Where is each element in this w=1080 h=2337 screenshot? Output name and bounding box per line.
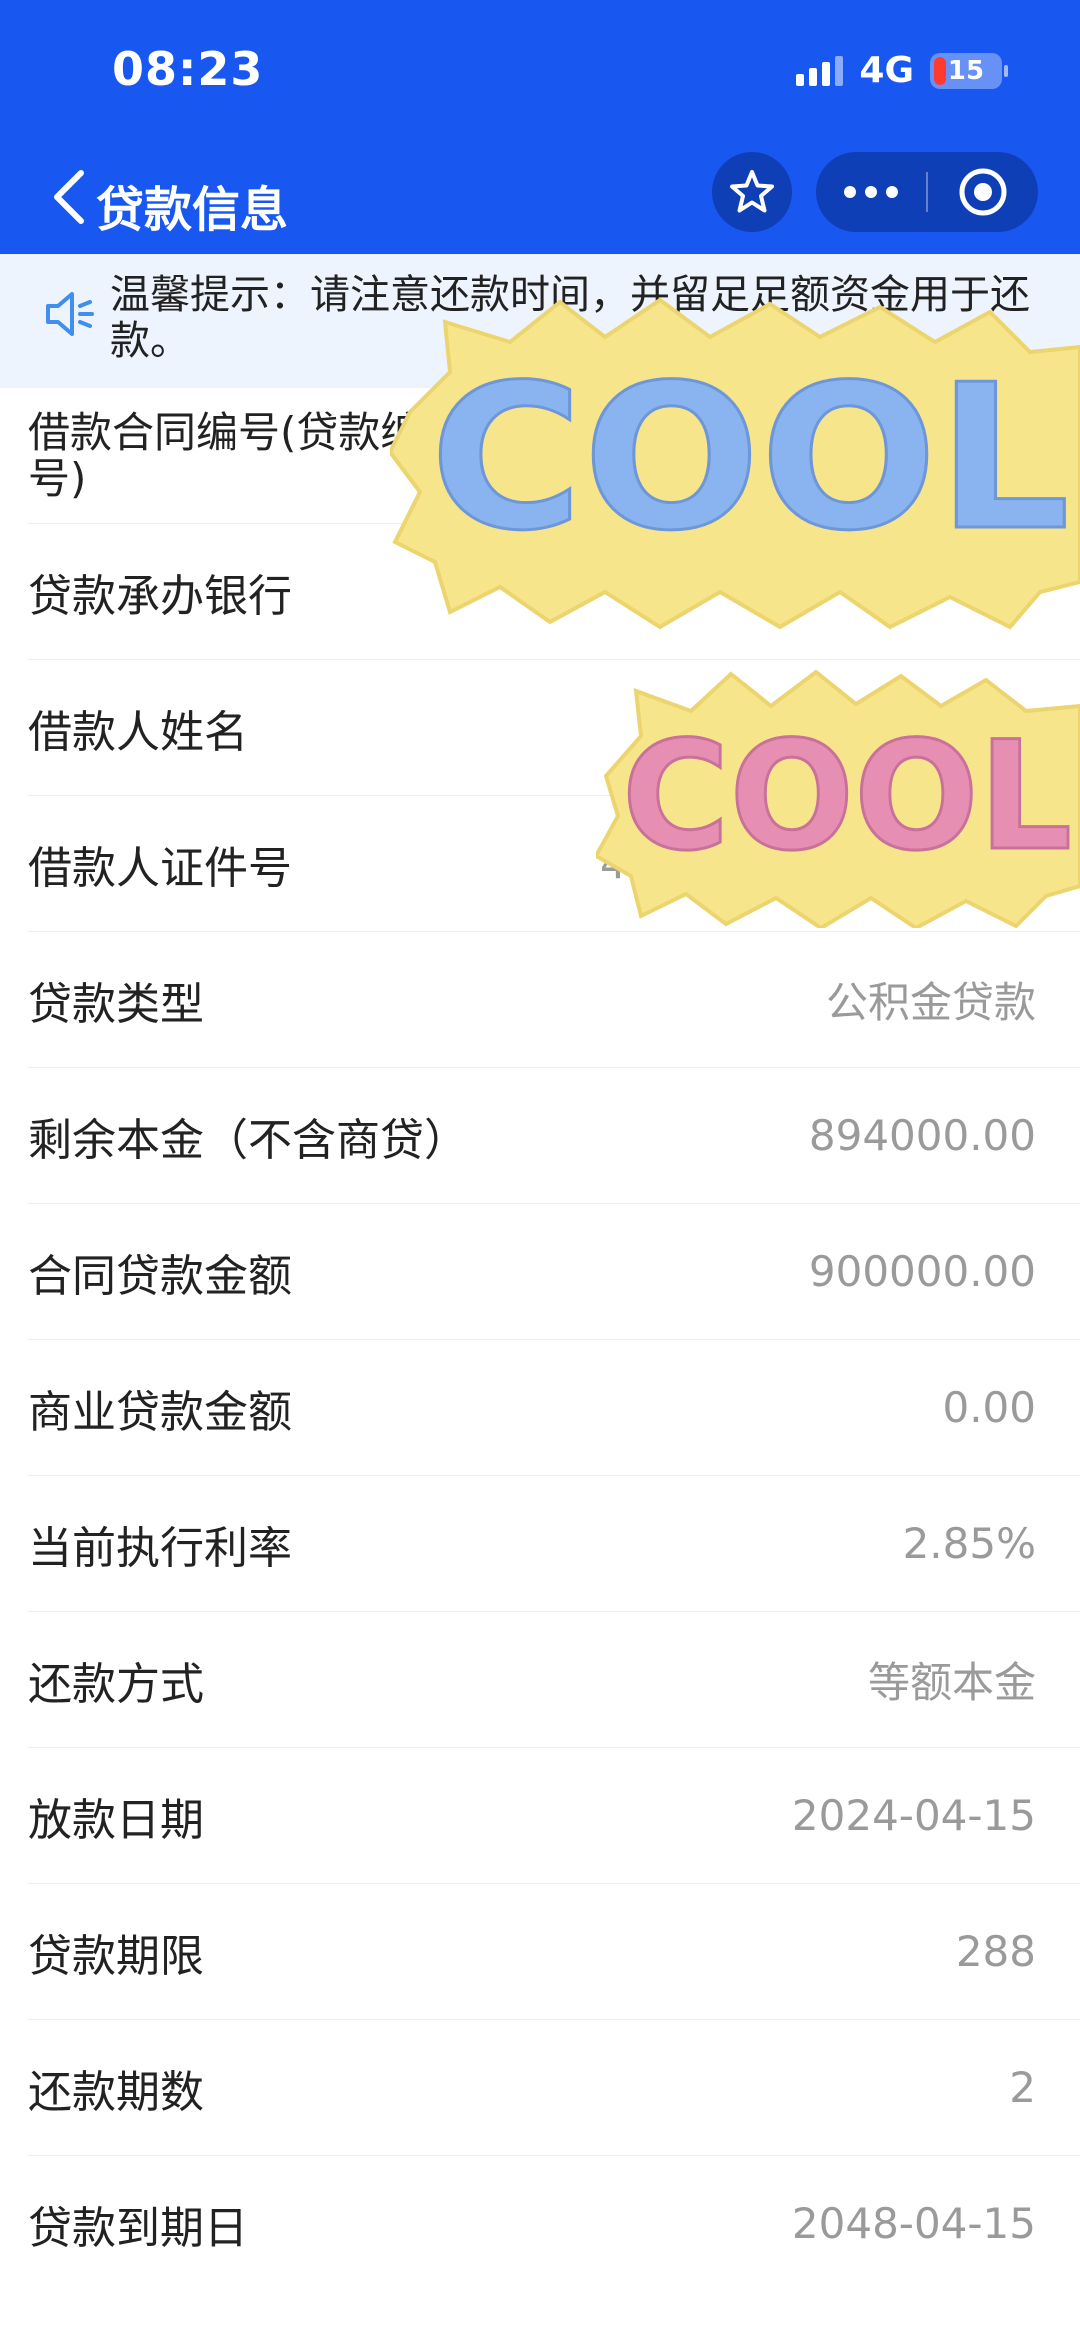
cool-sticker-small: COOL [596, 669, 1080, 928]
network-type: 4G [859, 50, 914, 91]
more-button[interactable] [816, 152, 926, 232]
row-maturity-date: 贷款到期日 2048-04-15 [28, 2156, 1080, 2291]
row-loan-term: 贷款期限 288 [28, 1884, 1080, 2020]
row-repayment-periods: 还款期数 2 [28, 2020, 1080, 2156]
row-loan-type: 贷款类型 公积金贷款 [28, 932, 1080, 1068]
more-dots-icon [844, 186, 898, 198]
row-label: 贷款类型 [28, 978, 204, 1030]
row-value: 900000.00 [808, 1247, 1036, 1296]
favorite-button[interactable] [712, 152, 792, 232]
chevron-left-icon [54, 170, 84, 224]
row-value: 2.85% [902, 1519, 1036, 1568]
row-label: 还款期数 [28, 2066, 204, 2118]
row-label: 商业贷款金额 [28, 1386, 292, 1438]
row-label: 合同贷款金额 [28, 1250, 292, 1302]
mini-program-capsule [816, 152, 1038, 232]
row-label: 借款合同编号(贷款编号) [28, 407, 423, 503]
row-value: 2024-04-15 [791, 1791, 1036, 1840]
page-title: 贷款信息 [96, 182, 289, 238]
row-label: 贷款到期日 [28, 2202, 248, 2254]
row-label: 当前执行利率 [28, 1522, 292, 1574]
row-label: 贷款期限 [28, 1930, 204, 1982]
row-value: 等额本金 [867, 1658, 1036, 1707]
row-label: 剩余本金（不含商贷） [28, 1114, 468, 1166]
row-value: 2 [1009, 2063, 1036, 2112]
row-disbursement-date: 放款日期 2024-04-15 [28, 1748, 1080, 1884]
star-icon [730, 170, 774, 213]
row-label: 还款方式 [28, 1658, 204, 1710]
status-indicators: 4G 15 [796, 50, 1008, 91]
row-label: 借款人姓名 [28, 706, 248, 758]
row-label: 放款日期 [28, 1794, 204, 1846]
signal-icon [796, 55, 844, 86]
nav-bar: 贷款信息 [0, 140, 1080, 254]
top-header: 08:23 4G 15 贷款信息 [0, 0, 1080, 254]
sticker-text: COOL [430, 342, 1070, 575]
status-bar: 08:23 4G 15 [0, 0, 1080, 140]
row-value: 0.00 [942, 1383, 1036, 1432]
row-label: 贷款承办银行 [28, 570, 292, 622]
close-mini-program-button[interactable] [928, 152, 1038, 232]
row-label: 借款人证件号 [28, 842, 292, 894]
speaker-icon [46, 292, 94, 336]
row-value: 288 [955, 1927, 1036, 1976]
row-contract-amount: 合同贷款金额 900000.00 [28, 1204, 1080, 1340]
row-value: 2048-04-15 [791, 2199, 1036, 2248]
row-interest-rate: 当前执行利率 2.85% [28, 1476, 1080, 1612]
status-time: 08:23 [112, 42, 264, 96]
battery-icon: 15 [930, 52, 1008, 89]
row-value: 894000.00 [808, 1111, 1036, 1160]
row-value: 公积金贷款 [825, 978, 1036, 1027]
row-repayment-method: 还款方式 等额本金 [28, 1612, 1080, 1748]
cool-sticker: COOL [390, 297, 1080, 630]
row-commercial-amount: 商业贷款金额 0.00 [28, 1340, 1080, 1476]
battery-level: 15 [947, 55, 985, 86]
target-icon [959, 168, 1007, 216]
back-button[interactable] [38, 162, 98, 232]
sticker-text: COOL [622, 710, 1072, 884]
row-remaining-principal: 剩余本金（不含商贷） 894000.00 [28, 1068, 1080, 1204]
